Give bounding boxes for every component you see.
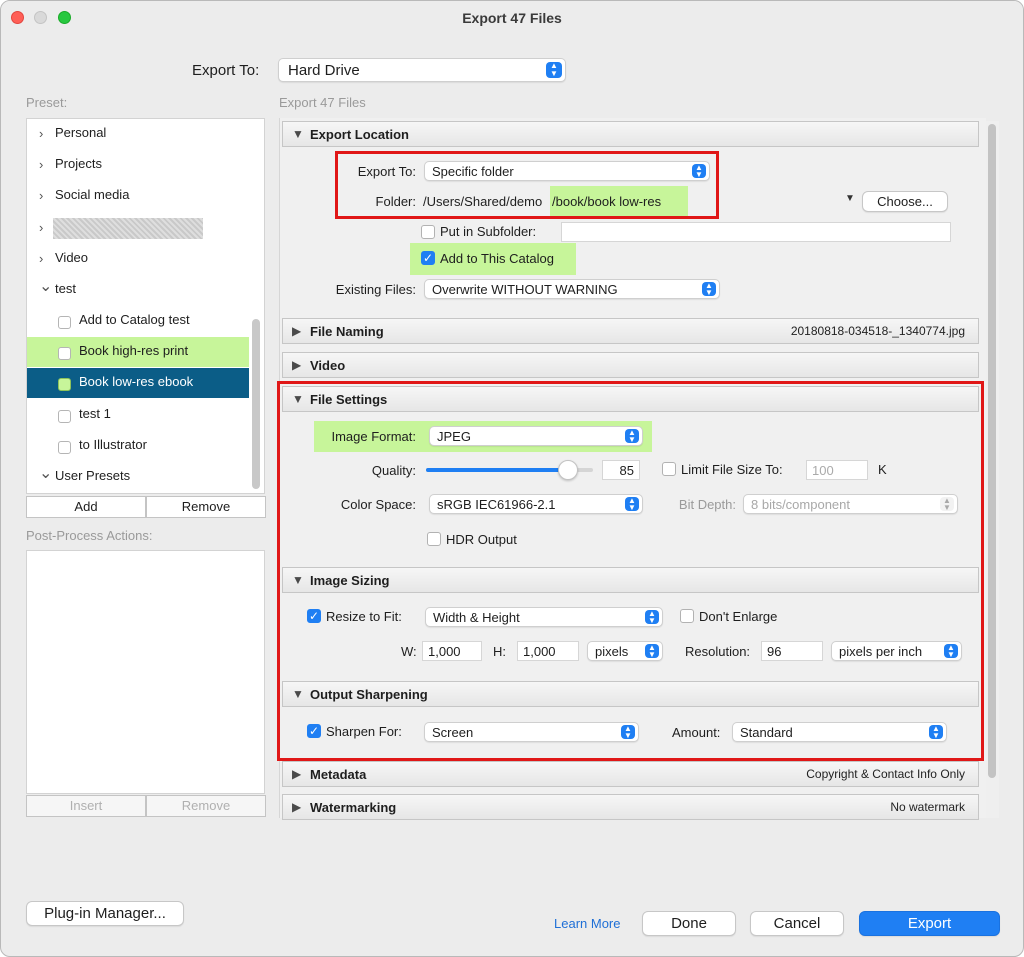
triangle-right-icon: ▶ (292, 324, 302, 338)
preset-label: Book high-res print (79, 343, 189, 358)
triangle-down-icon: ▼ (292, 127, 304, 141)
preset-folder-label: Social media (55, 187, 130, 202)
section-title: Video (310, 358, 346, 373)
preset-scrollbar[interactable] (252, 319, 260, 489)
remove-action-button[interactable]: Remove (146, 795, 266, 817)
folder-path-start[interactable]: /Users/Shared/demo (423, 194, 542, 209)
redacted-label (53, 218, 203, 239)
preset-item[interactable]: test 1 (27, 400, 249, 430)
chevron-down-icon[interactable]: ⌄ (39, 463, 52, 483)
preset-folder-label: Projects (55, 156, 102, 171)
preset-item[interactable]: Add to Catalog test (27, 306, 249, 336)
scroll-thumb[interactable] (988, 124, 996, 778)
section-title: File Naming (310, 324, 384, 339)
chevron-right-icon[interactable]: › (39, 188, 43, 203)
preset-item[interactable]: Book high-res print (27, 337, 249, 367)
export-to-select[interactable]: Hard Drive ▲ ▼ (278, 58, 566, 82)
folder-path-end[interactable]: /book/book low-res (552, 194, 661, 209)
chevron-right-icon[interactable]: › (39, 157, 43, 172)
existing-files-value: Overwrite WITHOUT WARNING (432, 282, 618, 297)
location-export-to-label: Export To: (357, 164, 416, 179)
window-title: Export 47 Files (462, 10, 562, 26)
preset-checkbox[interactable] (58, 441, 71, 454)
preset-label: test 1 (79, 406, 111, 421)
preset-folder[interactable]: › (27, 213, 249, 243)
section-export-location[interactable]: ▼ Export Location (282, 121, 979, 147)
add-preset-button[interactable]: Add (26, 496, 146, 518)
location-export-to-select[interactable]: Specific folder ▲ ▼ (424, 161, 710, 181)
folder-label: Folder: (375, 194, 416, 209)
export-button[interactable]: Export (859, 911, 1000, 936)
preset-folder-label: User Presets (55, 468, 131, 483)
annotation-box-file-settings (277, 381, 984, 761)
section-video[interactable]: ▶ Video (282, 352, 979, 378)
preset-label: Book low-res ebook (79, 374, 194, 389)
triangle-right-icon: ▶ (292, 358, 302, 372)
section-file-naming[interactable]: ▶ File Naming 20180818-034518-_1340774.j… (282, 318, 979, 344)
preset-checkbox[interactable] (58, 316, 71, 329)
preset-folder-label: Video (55, 250, 89, 265)
preset-folder[interactable]: › Projects (27, 150, 249, 180)
existing-files-label: Existing Files: (335, 282, 416, 297)
preset-label: to Illustrator (79, 437, 147, 452)
learn-more-link[interactable]: Learn More (554, 916, 620, 931)
choose-folder-button[interactable]: Choose... (862, 191, 948, 212)
insert-button[interactable]: Insert (26, 795, 146, 817)
section-title: Export Location (310, 127, 409, 142)
existing-files-select[interactable]: Overwrite WITHOUT WARNING ▲ ▼ (424, 279, 720, 299)
section-metadata[interactable]: ▶ Metadata Copyright & Contact Info Only (282, 761, 979, 787)
export-subtitle: Export 47 Files (279, 95, 366, 110)
preset-label: Add to Catalog test (79, 312, 190, 327)
preset-item[interactable]: Book low-res ebook (27, 368, 249, 398)
cancel-button[interactable]: Cancel (750, 911, 844, 936)
done-button[interactable]: Done (642, 911, 736, 936)
preset-folder-label: test (55, 281, 76, 296)
add-to-catalog-checkbox[interactable]: ✓ (421, 251, 435, 265)
section-title: Watermarking (310, 800, 397, 815)
triangle-right-icon: ▶ (292, 800, 302, 814)
preset-folder[interactable]: ⌄ User Presets (27, 462, 249, 492)
post-process-label: Post-Process Actions: (26, 528, 153, 543)
chevron-down-icon[interactable]: ⌄ (39, 276, 52, 296)
put-in-subfolder-checkbox[interactable] (421, 225, 435, 239)
export-to-label: Export To: (192, 62, 260, 79)
preset-folder-label: Personal (55, 125, 107, 140)
chevron-updown-icon: ▲ ▼ (702, 282, 716, 297)
add-to-catalog-label: Add to This Catalog (440, 251, 554, 266)
section-watermarking[interactable]: ▶ Watermarking No watermark (282, 794, 979, 820)
remove-preset-button[interactable]: Remove (146, 496, 266, 518)
location-export-to-value: Specific folder (432, 164, 514, 179)
settings-scrollbar[interactable] (986, 121, 999, 818)
subfolder-input[interactable] (561, 222, 951, 242)
preset-item[interactable]: to Illustrator (27, 431, 249, 461)
export-to-value: Hard Drive (288, 62, 360, 79)
section-title: Metadata (310, 767, 367, 782)
chevron-right-icon[interactable]: › (39, 220, 43, 235)
put-in-subfolder-label: Put in Subfolder: (440, 224, 537, 239)
chevron-updown-icon: ▲ ▼ (692, 164, 706, 179)
preset-folder[interactable]: ⌄ test (27, 275, 249, 305)
post-process-list[interactable] (26, 550, 265, 794)
preset-folder[interactable]: › Video (27, 244, 249, 274)
preset-label: Preset: (26, 95, 68, 110)
preset-list[interactable]: › Personal › Projects › Social media › › Video ⌄ t… (26, 118, 265, 494)
preset-checkbox[interactable] (58, 410, 71, 423)
metadata-info: Copyright & Contact Info Only (806, 767, 965, 781)
preset-checkbox[interactable] (58, 347, 71, 360)
preset-folder[interactable]: › Social media (27, 181, 249, 211)
file-naming-info: 20180818-034518-_1340774.jpg (790, 324, 965, 338)
preset-folder[interactable]: › Personal (27, 119, 249, 149)
plugin-manager-button[interactable]: Plug-in Manager... (26, 901, 184, 926)
watermarking-info: No watermark (890, 800, 965, 814)
export-dialog: Export 47 Files Export To: Hard Drive ▲ ▼… (0, 0, 1024, 957)
title-bar: Export 47 Files (1, 1, 1023, 35)
triangle-right-icon: ▶ (292, 767, 302, 781)
chevron-right-icon[interactable]: › (39, 251, 43, 266)
recent-folders-icon[interactable]: ▼ (845, 193, 855, 204)
preset-checkbox[interactable] (58, 378, 71, 391)
chevron-updown-icon: ▲ ▼ (546, 62, 562, 78)
chevron-right-icon[interactable]: › (39, 126, 43, 141)
